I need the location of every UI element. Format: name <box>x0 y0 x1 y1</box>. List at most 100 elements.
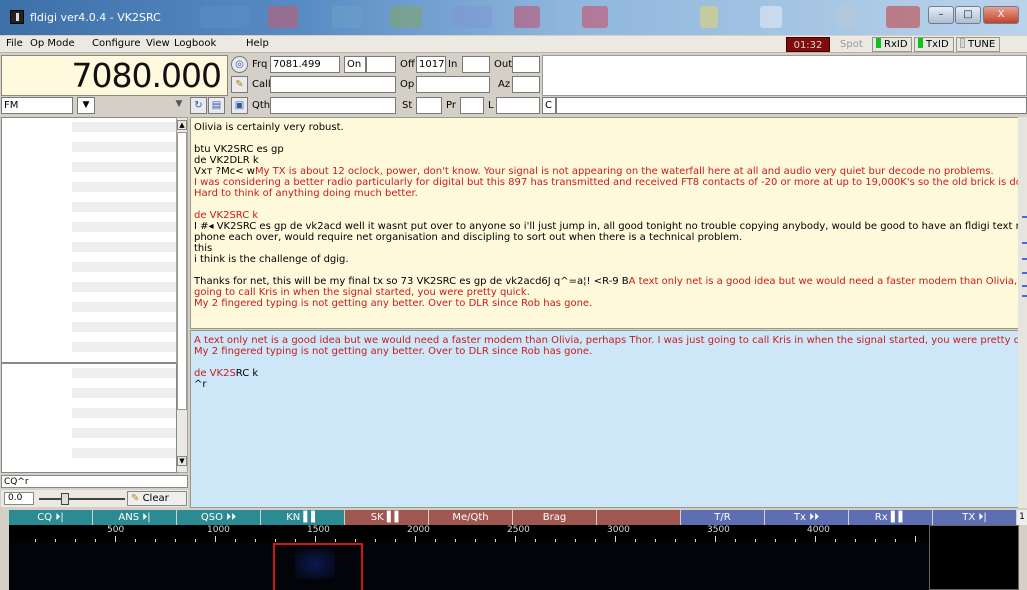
scale-tick <box>335 539 336 542</box>
macro-button-4[interactable]: KN ▌▌ <box>261 510 345 525</box>
scale-tick <box>595 539 596 542</box>
macro-button-11[interactable]: Rx ▌▌ <box>849 510 933 525</box>
macro-button-7[interactable]: Brag <box>513 510 597 525</box>
macro-button-2[interactable]: ANS ⏵| <box>93 510 177 525</box>
macro-button-8[interactable] <box>597 510 681 525</box>
maximize-button[interactable]: □ <box>955 6 981 24</box>
browser-row[interactable] <box>72 448 176 458</box>
browser-row[interactable] <box>72 142 176 152</box>
browser-row[interactable] <box>72 122 176 132</box>
receive-text-pane[interactable]: Olivia is certainly very robust. btu VK2… <box>190 117 1025 329</box>
title-bar[interactable]: fldigi ver4.0.4 - VK2SRC – □ X <box>0 0 1027 35</box>
menu-file[interactable]: File <box>6 38 23 49</box>
menu-view[interactable]: View <box>146 38 170 49</box>
on-label-box: On <box>344 56 366 73</box>
browser-row[interactable] <box>72 282 176 292</box>
tuning-cursor[interactable] <box>273 543 363 590</box>
op-field[interactable] <box>416 76 490 93</box>
off-label: Off <box>400 59 415 70</box>
scroll-thumb[interactable] <box>177 132 187 410</box>
taskbar-thumb-7 <box>582 6 608 28</box>
notes-area[interactable] <box>542 55 1027 96</box>
scale-tick-label: 2000 <box>407 525 430 535</box>
database-icon[interactable]: ▤ <box>208 97 225 114</box>
waterfall-display[interactable] <box>9 543 929 590</box>
mode-dropdown-button[interactable]: ▼ <box>77 97 95 114</box>
squelch-slider[interactable] <box>61 493 69 505</box>
rx-line-text: btu VK2SRC es gp <box>194 144 284 155</box>
pr-field[interactable] <box>460 97 484 114</box>
frequency-display[interactable]: 7080.000 <box>1 55 228 96</box>
signal-browser[interactable] <box>1 117 177 363</box>
comment-field[interactable] <box>556 97 1027 114</box>
frq-field[interactable]: 7081.499 <box>270 56 340 73</box>
rig-dropdown-button[interactable]: ▼ <box>170 97 188 114</box>
digiscope[interactable] <box>929 525 1019 590</box>
call-field[interactable] <box>270 76 396 93</box>
browser-row[interactable] <box>72 302 176 312</box>
text-scrollbar[interactable] <box>1018 117 1027 508</box>
transmit-text-pane[interactable]: A text only net is a good idea but we wo… <box>190 330 1025 508</box>
macro-set-number[interactable]: 1 <box>1017 510 1027 525</box>
menu-op-mode[interactable]: Op Mode <box>30 38 75 49</box>
browser-row[interactable] <box>72 182 176 192</box>
on-field[interactable] <box>366 56 396 73</box>
rx-line-text-red: My TX is about 12 oclock, power, don't k… <box>254 166 994 177</box>
in-field[interactable] <box>462 56 490 73</box>
macro-button-9[interactable]: T/R <box>681 510 765 525</box>
browser-row[interactable] <box>72 262 176 272</box>
clear-button[interactable]: ✎ Clear <box>127 491 187 506</box>
rxid-button[interactable]: RxID <box>872 37 912 52</box>
browser-lower-area[interactable] <box>1 363 177 473</box>
st-field[interactable] <box>416 97 442 114</box>
scroll-up-icon[interactable]: ▲ <box>177 120 187 130</box>
scale-tick <box>855 539 856 542</box>
minimize-button[interactable]: – <box>928 6 954 24</box>
locator-field[interactable] <box>496 97 540 114</box>
browser-row[interactable] <box>72 388 176 398</box>
off-field[interactable]: 1017 <box>416 56 446 73</box>
browser-row[interactable] <box>72 222 176 232</box>
rx-line-text: this <box>194 243 213 254</box>
scale-tick-label: 500 <box>107 525 125 535</box>
broom-icon[interactable]: ✎ <box>231 76 248 93</box>
browser-row[interactable] <box>72 242 176 252</box>
browser-row[interactable] <box>72 408 176 418</box>
browser-row[interactable] <box>72 162 176 172</box>
qth-label: Qth <box>252 100 271 111</box>
globe-icon[interactable]: ◎ <box>231 56 248 73</box>
quick-entry-field[interactable]: CQ^r <box>1 475 188 488</box>
browser-row[interactable] <box>72 368 176 378</box>
menu-configure[interactable]: Configure <box>92 38 140 49</box>
tune-button[interactable]: TUNE <box>956 37 1000 52</box>
save-log-icon[interactable]: ▣ <box>231 97 248 114</box>
squelch-value[interactable]: 0.0 <box>4 492 34 505</box>
out-field[interactable] <box>512 56 540 73</box>
squelch-track[interactable] <box>39 498 125 500</box>
macro-button-12[interactable]: TX ⏵| <box>933 510 1017 525</box>
macro-button-5[interactable]: SK ▌▌ <box>345 510 429 525</box>
spot-button[interactable]: Spot <box>836 37 868 52</box>
macro-button-1[interactable]: CQ ⏵| <box>9 510 93 525</box>
mode-select[interactable]: FM <box>1 97 73 114</box>
browser-row[interactable] <box>72 428 176 438</box>
browser-row[interactable] <box>72 342 176 352</box>
rx-line-text: de VK2DLR k <box>194 155 259 166</box>
menu-logbook[interactable]: Logbook <box>174 38 216 49</box>
browser-row[interactable] <box>72 202 176 212</box>
op-label: Op <box>400 79 415 90</box>
broom-icon: ✎ <box>131 493 143 504</box>
az-field[interactable] <box>512 76 540 93</box>
browser-row[interactable] <box>72 322 176 332</box>
close-button[interactable]: X <box>983 6 1019 24</box>
refresh-icon[interactable]: ↻ <box>190 97 207 114</box>
rx-line-text: de VK2SRC k <box>194 210 259 221</box>
qth-field[interactable] <box>270 97 396 114</box>
txid-button[interactable]: TxID <box>914 37 954 52</box>
scroll-down-icon[interactable]: ▼ <box>177 456 187 466</box>
menu-help[interactable]: Help <box>246 38 269 49</box>
macro-button-3[interactable]: QSO ⏵⏵ <box>177 510 261 525</box>
browser-scrollbar[interactable]: ▲ ▼ <box>176 117 188 473</box>
macro-button-10[interactable]: Tx ⏵⏵ <box>765 510 849 525</box>
macro-button-6[interactable]: Me/Qth <box>429 510 513 525</box>
